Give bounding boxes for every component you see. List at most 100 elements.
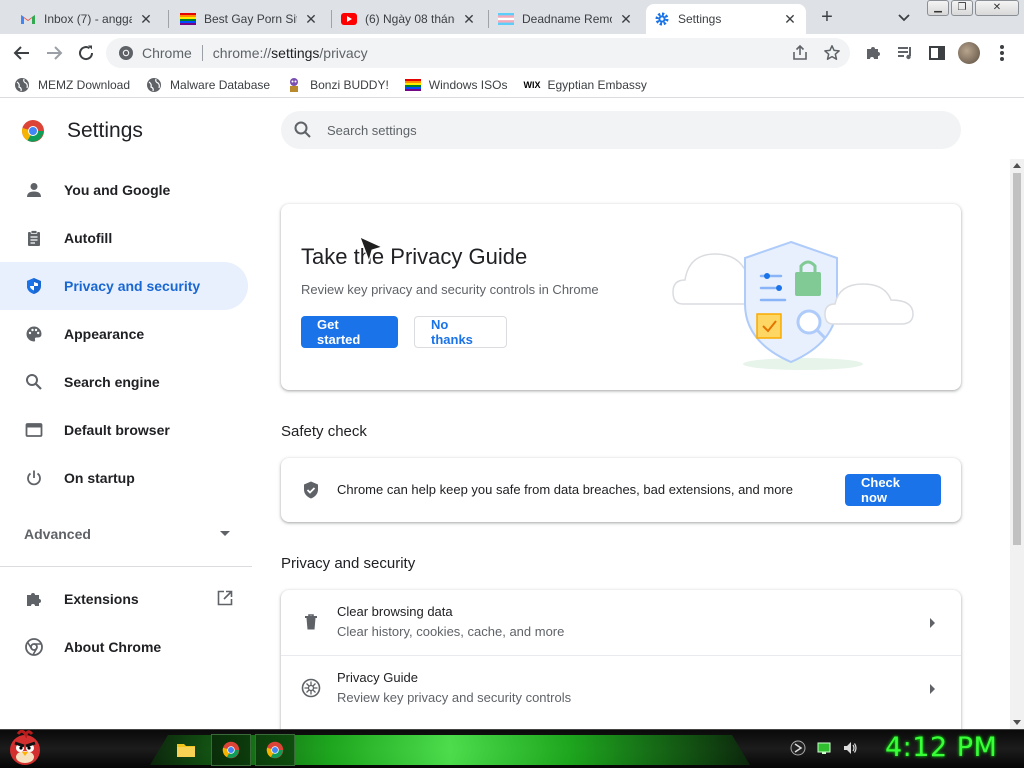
page-title: Settings [67, 119, 143, 142]
side-panel-icon[interactable] [926, 42, 948, 64]
sidebar-item-default-browser[interactable]: Default browser [0, 406, 260, 454]
sidebar-item-appearance[interactable]: Appearance [0, 310, 260, 358]
advanced-label: Advanced [24, 526, 91, 542]
sidebar-advanced-toggle[interactable]: Advanced [0, 510, 248, 558]
taskbar-chrome-2[interactable] [255, 734, 295, 766]
tab-settings[interactable]: Settings ✕ [646, 4, 806, 34]
bookmark-egyptian-embassy[interactable]: WIX Egyptian Embassy [523, 77, 646, 93]
new-tab-button[interactable]: + [815, 6, 839, 30]
bookmark-bonzi-buddy[interactable]: Bonzi BUDDY! [286, 77, 389, 93]
close-window-button[interactable]: ✕ [975, 0, 1019, 16]
search-settings-input[interactable]: Search settings [281, 111, 961, 149]
bookmark-memz-download[interactable]: MEMZ Download [14, 77, 130, 93]
address-bar[interactable]: Chrome chrome://settings/privacy [106, 38, 850, 68]
row-privacy-guide[interactable]: Privacy Guide Review key privacy and sec… [281, 655, 961, 720]
chrome-logo-icon [22, 120, 44, 142]
toolbar: Chrome chrome://settings/privacy [0, 34, 1024, 72]
get-started-button[interactable]: Get started [301, 316, 398, 348]
close-icon[interactable]: ✕ [138, 11, 154, 27]
sidebar-item-label: Extensions [64, 591, 139, 607]
tab-strip: Inbox (7) - anggara ✕ Best Gay Porn Site… [0, 0, 1024, 34]
forward-button[interactable] [42, 41, 66, 65]
taskbar-chrome-1[interactable] [211, 734, 251, 766]
tab-deadname-remover[interactable]: Deadname Remover ✕ [490, 4, 642, 34]
bookmark-star-icon[interactable] [822, 43, 842, 63]
media-queue-icon[interactable] [894, 42, 916, 64]
no-thanks-button[interactable]: No thanks [414, 316, 507, 348]
scrollbar-thumb[interactable] [1013, 173, 1021, 545]
sidebar-item-about-chrome[interactable]: About Chrome [0, 623, 260, 671]
bookmark-label: Egyptian Embassy [547, 77, 647, 92]
tab-title: Settings [678, 12, 722, 26]
search-placeholder: Search settings [327, 122, 417, 138]
bookmark-label: Windows ISOs [428, 77, 508, 92]
reload-button[interactable] [74, 41, 98, 65]
sidebar-item-on-startup[interactable]: On startup [0, 454, 260, 502]
bonzi-icon [290, 77, 299, 92]
person-icon [24, 180, 44, 200]
shield-icon [24, 276, 44, 296]
sidebar-item-privacy-and-security[interactable]: Privacy and security [0, 262, 248, 310]
sidebar-item-label: On startup [64, 470, 135, 486]
extensions-puzzle-icon[interactable] [862, 42, 884, 64]
row-clear-browsing-data[interactable]: Clear browsing data Clear history, cooki… [281, 590, 961, 655]
bookmark-label: Malware Database [170, 77, 271, 92]
sidebar-item-extensions[interactable]: Extensions [0, 575, 260, 623]
settings-page: Settings Search settings You and Google … [0, 99, 1024, 729]
trans-flag-icon [498, 11, 514, 27]
sidebar-item-you-and-google[interactable]: You and Google [0, 166, 260, 214]
chrome-icon [119, 46, 133, 60]
forward-arrow-icon [47, 46, 63, 60]
tab-youtube[interactable]: (6) Ngày 08 tháng ✕ [333, 4, 485, 34]
share-icon[interactable] [790, 43, 810, 63]
back-button[interactable] [10, 41, 34, 65]
site-chip[interactable]: Chrome [106, 45, 192, 61]
privacy-guide-title: Take the Privacy Guide [301, 244, 528, 269]
sidebar-item-autofill[interactable]: Autofill [0, 214, 260, 262]
close-icon[interactable]: ✕ [303, 11, 319, 27]
close-icon[interactable]: ✕ [782, 11, 798, 27]
bookmark-malware-database[interactable]: Malware Database [146, 77, 270, 93]
settings-sidebar: You and Google Autofill Privacy and secu… [0, 166, 260, 671]
youtube-icon [341, 11, 357, 27]
safety-check-card: Chrome can help keep you safe from data … [281, 458, 961, 522]
tab-separator [488, 10, 489, 28]
chevron-right-icon [930, 684, 935, 694]
more-menu-icon[interactable] [991, 42, 1013, 64]
close-icon[interactable]: ✕ [461, 11, 477, 27]
wix-icon: WIX [523, 79, 541, 90]
tab-search-chevron-icon[interactable] [894, 8, 914, 28]
minimize-button[interactable]: ▁ [927, 0, 949, 16]
restore-button[interactable]: ❐ [951, 0, 973, 16]
safety-check-text: Chrome can help keep you safe from data … [337, 482, 793, 497]
power-icon [24, 468, 44, 488]
row-title: Privacy Guide [337, 670, 418, 685]
tab-gmail[interactable]: Inbox (7) - anggara ✕ [12, 4, 162, 34]
privacy-shield-illustration-icon [672, 240, 914, 370]
sidebar-item-search-engine[interactable]: Search engine [0, 358, 260, 406]
profile-avatar[interactable] [958, 42, 980, 64]
page-scrollbar[interactable] [1010, 159, 1024, 729]
scroll-down-arrow-icon[interactable] [1013, 720, 1021, 725]
row-title: Clear browsing data [337, 604, 453, 619]
taskbar-clock[interactable]: 4:12 PM [885, 732, 997, 763]
chrome-icon [222, 741, 240, 759]
omnibox-divider [201, 45, 203, 61]
check-now-button[interactable]: Check now [845, 474, 941, 506]
chrome-icon [266, 741, 284, 759]
scroll-up-arrow-icon[interactable] [1013, 163, 1021, 168]
search-icon [24, 372, 44, 392]
compass-icon [301, 678, 321, 698]
tab-title: Inbox (7) - anggara [44, 12, 132, 26]
taskbar-file-explorer[interactable] [166, 734, 206, 766]
globe-icon [15, 77, 29, 92]
close-icon[interactable]: ✕ [618, 11, 634, 27]
tab-best-gay-porn-sites[interactable]: Best Gay Porn Sites ✕ [172, 4, 327, 34]
url-host: settings [271, 45, 320, 61]
window-controls: ▁ ❐ ✕ [927, 0, 1021, 16]
row-subtitle: Clear history, cookies, cache, and more [337, 624, 565, 639]
bookmark-windows-isos[interactable]: Windows ISOs [404, 77, 508, 93]
shield-check-icon [304, 481, 318, 499]
tab-title: Best Gay Porn Sites [204, 12, 297, 26]
sidebar-item-label: Search engine [64, 374, 160, 390]
